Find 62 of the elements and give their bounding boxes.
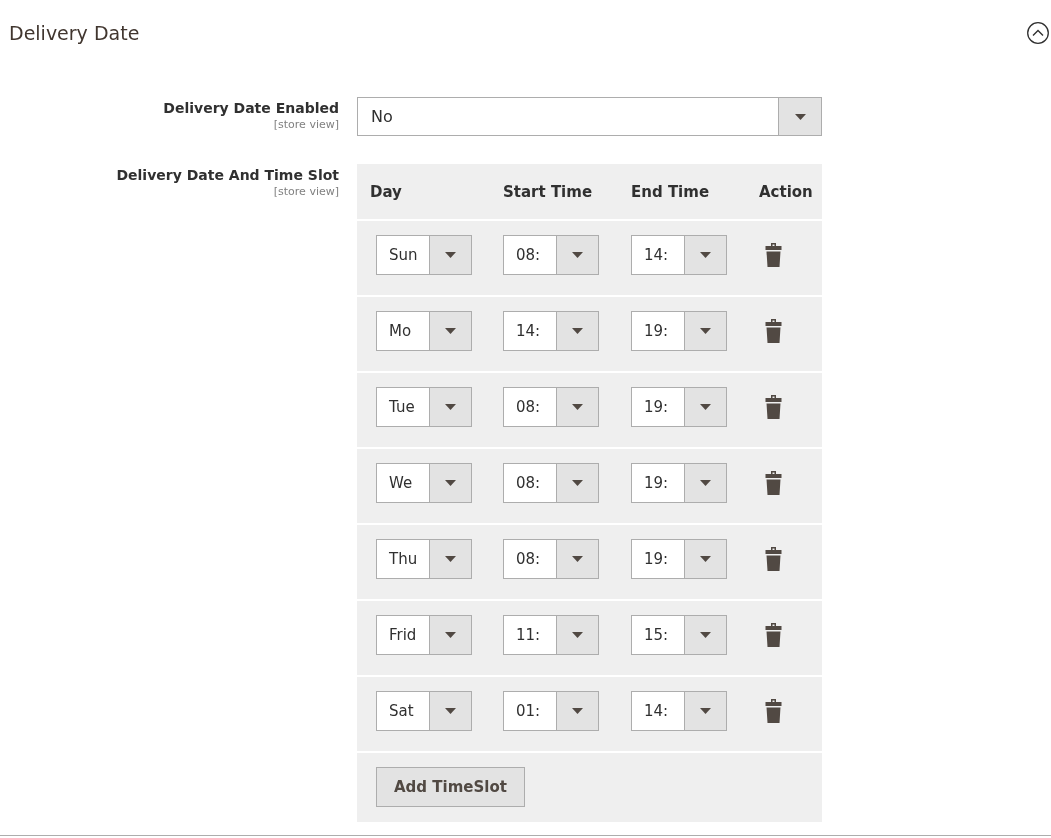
column-header: End Time	[630, 182, 711, 201]
start-time-select[interactable]: 08:	[503, 463, 599, 503]
field-label: Delivery Date Enabled	[163, 99, 339, 117]
caret-icon	[445, 632, 456, 638]
start-time-select[interactable]: 08:	[503, 235, 599, 275]
caret-icon	[572, 632, 583, 638]
start-time-select[interactable]: 08:	[503, 539, 599, 579]
caret-icon	[445, 480, 456, 486]
day-select[interactable]: Tue	[376, 387, 472, 427]
day-select[interactable]: Sat	[376, 691, 472, 731]
caret-icon	[700, 632, 711, 638]
trash-icon[interactable]	[765, 395, 782, 419]
day-select[interactable]: Frid	[376, 615, 472, 655]
caret-icon	[700, 252, 711, 258]
end-time-select[interactable]: 19:	[631, 463, 727, 503]
caret-icon	[445, 556, 456, 562]
scope-label: [store view]	[273, 117, 339, 132]
caret-icon	[445, 404, 456, 410]
day-select[interactable]: We	[376, 463, 472, 503]
day-select[interactable]: Mo	[376, 311, 472, 351]
day-select[interactable]: Sun	[376, 235, 472, 275]
caret-icon	[700, 328, 711, 334]
caret-icon	[572, 328, 583, 334]
caret-icon	[572, 480, 583, 486]
day-select[interactable]: Thu	[376, 539, 472, 579]
end-time-select[interactable]: 15:	[631, 615, 727, 655]
start-time-select[interactable]: 01:	[503, 691, 599, 731]
trash-icon[interactable]	[765, 471, 782, 495]
caret-icon	[572, 556, 583, 562]
trash-icon[interactable]	[765, 319, 782, 343]
start-time-select[interactable]: 11:	[503, 615, 599, 655]
caret-icon	[572, 252, 583, 258]
start-time-select[interactable]: 14:	[503, 311, 599, 351]
end-time-select[interactable]: 19:	[631, 311, 727, 351]
start-time-select[interactable]: 08:	[503, 387, 599, 427]
caret-icon	[700, 480, 711, 486]
caret-icon	[794, 113, 806, 120]
scope-label: [store view]	[273, 184, 339, 199]
caret-icon	[700, 556, 711, 562]
end-time-select[interactable]: 19:	[631, 539, 727, 579]
caret-icon	[572, 708, 583, 714]
column-header: Action	[758, 182, 814, 201]
caret-icon	[700, 708, 711, 714]
end-time-select[interactable]: 14:	[631, 235, 727, 275]
column-header: Start Time	[502, 182, 594, 201]
caret-icon	[445, 328, 456, 334]
collapse-icon[interactable]	[1027, 22, 1049, 44]
caret-icon	[700, 404, 711, 410]
trash-icon[interactable]	[765, 243, 782, 267]
field-label: Delivery Date And Time Slot	[116, 166, 339, 184]
column-header: Day	[369, 182, 403, 201]
trash-icon[interactable]	[765, 547, 782, 571]
trash-icon[interactable]	[765, 699, 782, 723]
add-timeslot-button[interactable]: Add TimeSlot	[376, 767, 525, 807]
section-title: Delivery Date	[9, 22, 140, 44]
trash-icon[interactable]	[765, 623, 782, 647]
end-time-select[interactable]: 19:	[631, 387, 727, 427]
end-time-select[interactable]: 14:	[631, 691, 727, 731]
caret-icon	[445, 252, 456, 258]
caret-icon	[572, 404, 583, 410]
enabled-select[interactable]: No	[357, 97, 822, 136]
caret-icon	[445, 708, 456, 714]
